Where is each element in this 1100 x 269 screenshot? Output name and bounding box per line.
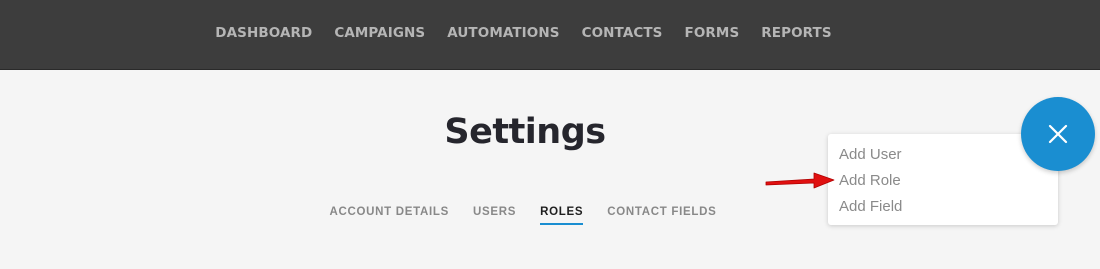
main-nav: DASHBOARD CAMPAIGNS AUTOMATIONS CONTACTS… <box>0 25 1047 41</box>
nav-item-contacts[interactable]: CONTACTS <box>582 25 663 41</box>
nav-item-forms[interactable]: FORMS <box>685 25 740 41</box>
close-icon <box>1048 124 1068 144</box>
nav-item-automations[interactable]: AUTOMATIONS <box>447 25 559 41</box>
menu-item-add-role[interactable]: Add Role <box>839 172 901 189</box>
tab-account-details[interactable]: ACCOUNT DETAILS <box>329 206 449 224</box>
tab-users[interactable]: USERS <box>473 206 516 224</box>
tab-roles[interactable]: ROLES <box>540 206 584 225</box>
tab-contact-fields[interactable]: CONTACT FIELDS <box>607 206 716 224</box>
nav-item-campaigns[interactable]: CAMPAIGNS <box>334 25 425 41</box>
nav-item-dashboard[interactable]: DASHBOARD <box>215 25 312 41</box>
nav-item-reports[interactable]: REPORTS <box>761 25 831 41</box>
menu-item-add-user[interactable]: Add User <box>839 146 902 163</box>
fab-close-button[interactable] <box>1021 97 1095 171</box>
annotation-arrow-icon <box>765 172 835 189</box>
menu-item-add-field[interactable]: Add Field <box>839 198 902 215</box>
top-navigation-bar: DASHBOARD CAMPAIGNS AUTOMATIONS CONTACTS… <box>0 0 1100 70</box>
